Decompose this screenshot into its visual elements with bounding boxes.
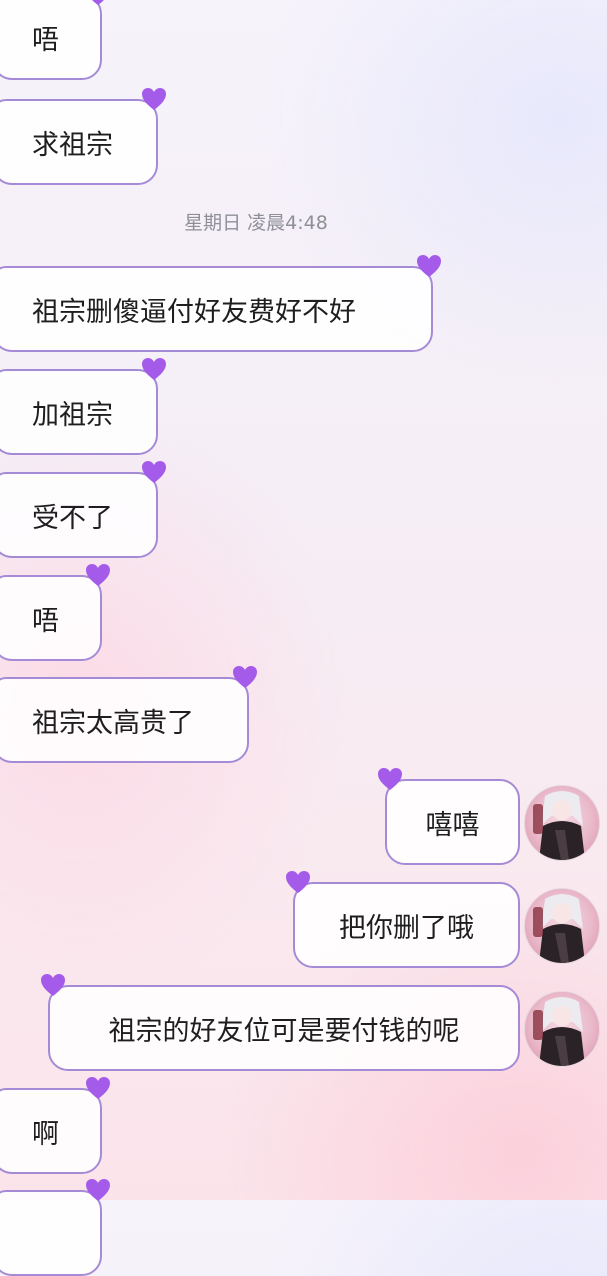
message-text: 唔: [32, 605, 59, 637]
purple-heart-icon: [233, 666, 257, 688]
purple-heart-icon: [417, 255, 441, 277]
purple-heart-icon: [92, 0, 104, 5]
avatar[interactable]: [524, 888, 600, 964]
message-text: 祖宗删傻逼付好友费好不好: [32, 296, 356, 328]
message-bubble-incoming[interactable]: 受不了: [0, 461, 166, 558]
message-bubble-incoming[interactable]: 啊: [0, 1077, 110, 1174]
purple-heart-icon: [378, 768, 402, 790]
message-text: 祖宗的好友位可是要付钱的呢: [108, 1015, 460, 1047]
message-bubble-outgoing[interactable]: 祖宗的好友位可是要付钱的呢: [41, 974, 520, 1071]
message-bubble-outgoing[interactable]: 嘻嘻: [378, 768, 520, 865]
message-text: 求祖宗: [32, 129, 113, 161]
chat-timestamp: 星期日 凌晨4:48: [184, 212, 328, 234]
message-bubble-incoming[interactable]: 祖宗删傻逼付好友费好不好: [0, 255, 441, 352]
message-text: 唔: [32, 24, 59, 56]
purple-heart-icon: [86, 1077, 110, 1099]
message-bubble-incoming[interactable]: 求祖宗: [0, 88, 166, 185]
message-bubble-incoming[interactable]: 唔: [0, 564, 110, 661]
purple-heart-icon: [86, 1179, 110, 1201]
purple-heart-icon: [41, 974, 65, 996]
avatar[interactable]: [524, 785, 600, 861]
anime-girl-avatar-icon: [533, 791, 585, 860]
message-text: 加祖宗: [32, 399, 113, 431]
message-text: 啊: [32, 1118, 59, 1150]
message-bubble-incoming-partial[interactable]: [0, 1179, 110, 1276]
message-text: 受不了: [32, 502, 113, 534]
message-bubble-outgoing[interactable]: 把你删了哦: [286, 871, 520, 968]
message-text: 祖宗太高贵了: [32, 707, 194, 739]
purple-heart-icon: [286, 871, 310, 893]
message-text: 把你删了哦: [339, 912, 474, 944]
avatar[interactable]: [524, 991, 600, 1067]
purple-heart-icon: [86, 564, 110, 586]
purple-heart-icon: [142, 358, 166, 380]
anime-girl-avatar-icon: [533, 894, 585, 963]
message-bubble-incoming[interactable]: 加祖宗: [0, 358, 166, 455]
anime-girl-avatar-icon: [533, 997, 585, 1066]
message-text: 嘻嘻: [425, 809, 480, 841]
purple-heart-icon: [142, 461, 166, 483]
message-bubble-incoming[interactable]: 唔: [0, 0, 104, 80]
purple-heart-icon: [142, 88, 166, 110]
message-bubble-incoming[interactable]: 祖宗太高贵了: [0, 666, 257, 763]
